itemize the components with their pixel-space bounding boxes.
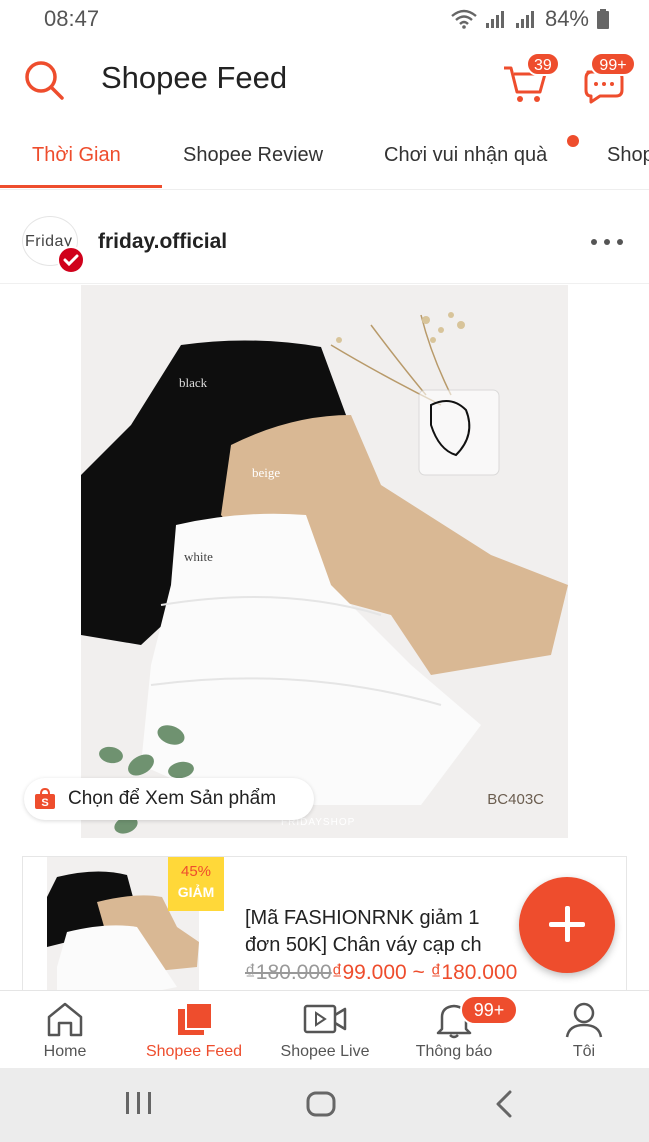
- tab-choi-vui-nhan-qua[interactable]: Chơi vui nhận quà: [384, 144, 547, 167]
- product-title-line1: [Mã FASHIONRNK giảm 1: [245, 907, 480, 929]
- nav-me-label: Tôi: [572, 1043, 596, 1060]
- nav-shopee-live-label: Shopee Live: [280, 1043, 370, 1060]
- svg-text:S: S: [41, 797, 48, 809]
- tab-shopee-review[interactable]: Shopee Review: [183, 144, 323, 167]
- battery-icon: [597, 9, 609, 29]
- signal-icon-2: [515, 11, 534, 28]
- product-title-line2: đơn 50K] Chân váy cạp ch: [245, 934, 482, 956]
- post-image[interactable]: black beige white BC403C FRIDAYSHOP: [81, 285, 568, 838]
- image-label-black: black: [179, 375, 208, 390]
- status-bar: 08:47 84%: [0, 0, 649, 36]
- discount-label: GIẢM: [177, 884, 215, 900]
- tab-thoi-gian[interactable]: Thời Gian: [32, 144, 121, 167]
- view-product-button[interactable]: S Chọn để Xem Sản phẩm: [24, 778, 314, 820]
- live-video-icon: [303, 1004, 347, 1034]
- nav-me[interactable]: Tôi: [548, 991, 620, 1069]
- bottom-nav: Home Shopee Feed Shopee Live 99+ Thông b…: [0, 990, 649, 1068]
- shopee-bag-icon: S: [35, 788, 55, 809]
- system-navigation-bar: [0, 1068, 649, 1142]
- verified-badge-icon: [57, 246, 85, 274]
- product-code: BC403C: [487, 791, 544, 808]
- chat-badge: 99+: [590, 52, 636, 76]
- feed-icon: [178, 1002, 213, 1035]
- nav-home-label: Home: [43, 1043, 87, 1060]
- nav-shopee-live[interactable]: Shopee Live: [270, 991, 380, 1069]
- product-title: [Mã FASHIONRNK giảm 1 đơn 50K] Chân váy …: [245, 905, 545, 959]
- wifi-icon: [451, 9, 477, 29]
- tab-notification-dot: [567, 135, 579, 147]
- view-product-label: Chọn để Xem Sản phẩm: [68, 788, 277, 809]
- image-label-white: white: [184, 549, 213, 564]
- price-row: ₫180.000₫99.000 ~ ₫180.000: [245, 961, 517, 985]
- recent-apps-icon[interactable]: [124, 1090, 154, 1116]
- status-indicators: 84%: [451, 6, 609, 32]
- search-icon[interactable]: [22, 58, 66, 102]
- tab-shop[interactable]: Shop: [607, 144, 649, 167]
- plus-icon-vertical: [565, 906, 570, 942]
- app-header: Shopee Feed 39 99+: [0, 36, 649, 124]
- nav-shopee-feed-label: Shopee Feed: [145, 1043, 243, 1060]
- battery-percent: 84%: [544, 6, 589, 31]
- home-system-icon[interactable]: [305, 1090, 337, 1118]
- sale-price: ₫99.000 ~ ₫180.000: [331, 961, 518, 984]
- signal-icon: [485, 11, 504, 28]
- status-time: 08:47: [44, 6, 100, 31]
- back-icon[interactable]: [494, 1090, 514, 1118]
- home-icon: [47, 1002, 83, 1037]
- user-icon: [565, 1002, 603, 1038]
- feed-tabs: Thời Gian Shopee Review Chơi vui nhận qu…: [0, 124, 649, 190]
- discount-percent: 45%: [180, 863, 212, 880]
- nav-shopee-feed[interactable]: Shopee Feed: [136, 991, 252, 1069]
- more-options-icon[interactable]: [590, 238, 624, 246]
- skirts-photo: [81, 285, 568, 838]
- image-label-beige: beige: [252, 465, 281, 480]
- original-price: ₫180.000: [245, 961, 332, 984]
- nav-notifications-label: Thông báo: [415, 1043, 493, 1060]
- shop-name[interactable]: friday.official: [98, 230, 227, 254]
- post-header: Friday friday.official: [0, 196, 649, 284]
- cart-badge: 39: [526, 52, 560, 76]
- create-post-button[interactable]: [519, 877, 615, 973]
- page-title: Shopee Feed: [101, 60, 288, 95]
- nav-home[interactable]: Home: [24, 991, 106, 1069]
- discount-badge: 45% GIẢM: [168, 857, 224, 911]
- tab-active-indicator: [0, 185, 162, 188]
- cart-button[interactable]: 39: [502, 52, 560, 104]
- notification-badge: 99+: [460, 995, 518, 1025]
- chat-button[interactable]: 99+: [580, 52, 638, 104]
- nav-notifications[interactable]: 99+ Thông báo: [404, 991, 518, 1069]
